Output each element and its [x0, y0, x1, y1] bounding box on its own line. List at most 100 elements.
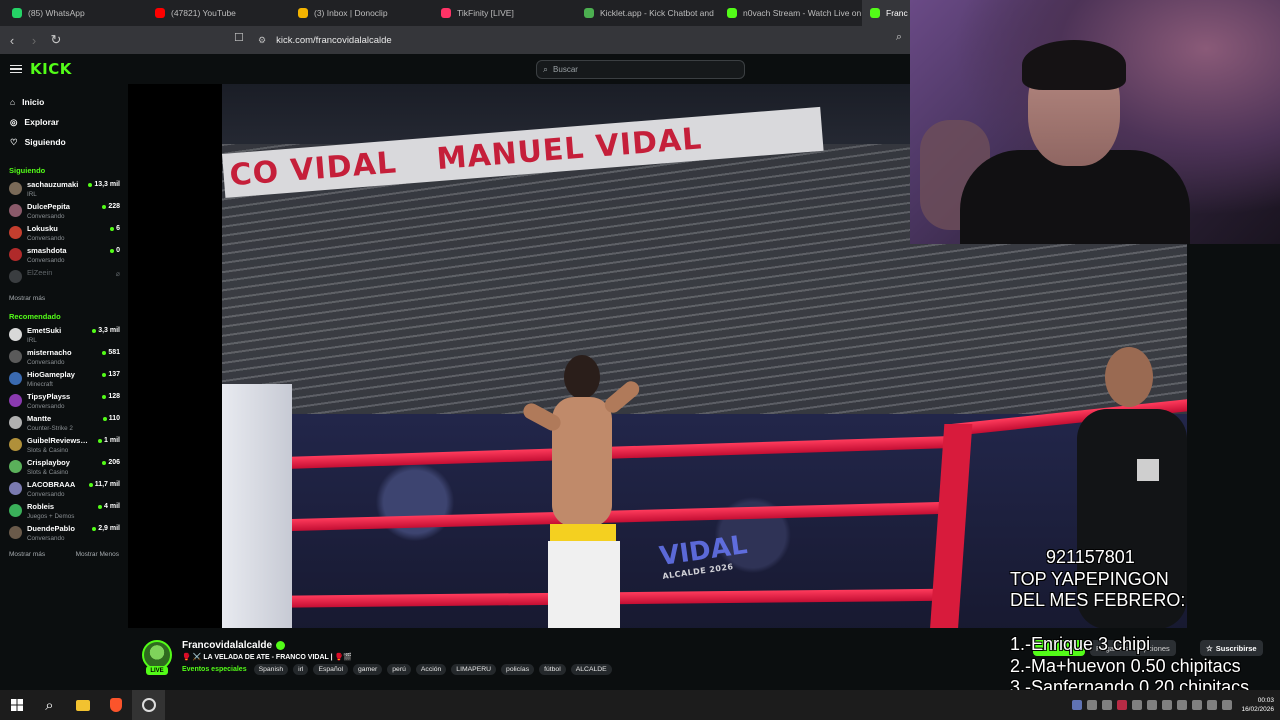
- sidebar-item-inicio[interactable]: ⌂ Inicio: [0, 92, 128, 112]
- tab-title: TikFinity [LIVE]: [457, 8, 514, 18]
- live-dot-icon: [102, 350, 107, 355]
- browser-tab[interactable]: Kicklet.app - Kick Chatbot and: [576, 0, 719, 26]
- browser-tab[interactable]: n0vach Stream - Watch Live on: [719, 0, 862, 26]
- channel-item[interactable]: misternacho Conversando 581: [0, 347, 128, 369]
- viewer-count: 581: [102, 347, 120, 358]
- channel-item[interactable]: sachauzumaki IRL 13,3 mil: [0, 179, 128, 201]
- viewer-count-text: 137: [108, 371, 120, 378]
- channel-name: LACOBRAAA: [27, 480, 76, 489]
- browser-tab[interactable]: (3) Inbox | Donoclip: [290, 0, 433, 26]
- channel-text: sachauzumaki IRL: [27, 179, 83, 200]
- overlay-rank-1: 1.-Enrique 3 chipi: [1010, 634, 1151, 654]
- reload-icon[interactable]: ↻: [46, 30, 66, 50]
- search-input[interactable]: ⌕ Buscar: [536, 60, 745, 79]
- overlay-top-title: TOP YAPEPINGON: [1010, 569, 1169, 589]
- stream-tag[interactable]: fútbol: [539, 664, 566, 675]
- kick-logo[interactable]: KICK: [30, 60, 72, 78]
- sidebar-item-label: Inicio: [22, 97, 45, 107]
- channel-name-text[interactable]: Francovidalalcalde: [182, 640, 272, 651]
- channel-item[interactable]: Lokusku Conversando 6: [0, 223, 128, 245]
- channel-item[interactable]: LACOBRAAA Conversando 11,7 mil: [0, 479, 128, 501]
- menu-icon[interactable]: [10, 64, 22, 74]
- bookmark-icon[interactable]: ☐: [234, 31, 244, 44]
- stream-tag[interactable]: irl: [293, 664, 309, 675]
- forward-icon[interactable]: ›: [24, 30, 44, 50]
- show-less-label[interactable]: Mostrar Menos: [76, 551, 119, 558]
- obs-icon[interactable]: [132, 690, 165, 720]
- channel-item[interactable]: DuendePablo Conversando 2,9 mil: [0, 523, 128, 545]
- channel-item[interactable]: Mantte Counter-Strike 2 110: [0, 413, 128, 435]
- show-more-label[interactable]: Mostrar más: [9, 551, 45, 558]
- channel-item[interactable]: HioGameplay Minecraft 137: [0, 369, 128, 391]
- channel-avatar: [9, 416, 22, 429]
- channel-name: DuendePablo: [27, 524, 75, 533]
- channel-name[interactable]: Francovidalalcalde: [182, 640, 286, 651]
- url-field[interactable]: ⚙ kick.com/francovidalalcalde: [258, 30, 908, 50]
- stream-tag[interactable]: Acción: [415, 664, 447, 675]
- show-more-label[interactable]: Mostrar más: [9, 295, 45, 302]
- tray-obs-icon[interactable]: [1102, 700, 1113, 710]
- channel-item[interactable]: Robleis Juegos + Demos 4 mil: [0, 501, 128, 523]
- stream-tag[interactable]: Spanish: [253, 664, 289, 675]
- tray-mic-icon[interactable]: [1087, 700, 1098, 710]
- channel-text: GuibelReviewsDir... Slots & Casino: [27, 435, 93, 456]
- url-text: kick.com/francovidalalcalde: [276, 34, 392, 46]
- channel-name: Lokusku: [27, 224, 58, 233]
- tray-app-icon[interactable]: [1117, 700, 1128, 710]
- channel-item[interactable]: ElZeein ⌀: [0, 267, 128, 289]
- taskbar-clock[interactable]: 00:03 16/02/2026: [1241, 696, 1274, 714]
- stream-tag[interactable]: ALCALDE: [570, 664, 612, 675]
- zoom-icon[interactable]: ⌕: [896, 31, 902, 44]
- tray-app-icon[interactable]: [1177, 700, 1188, 710]
- channel-avatar: [9, 504, 22, 517]
- sidebar-item-siguiendo[interactable]: ♡ Siguiendo: [0, 132, 128, 152]
- channel-avatar: [9, 226, 22, 239]
- brave-browser-icon[interactable]: [99, 690, 132, 720]
- viewer-count-text: 11,7 mil: [94, 481, 120, 488]
- tab-favicon-icon: [298, 8, 308, 18]
- back-icon[interactable]: ‹: [2, 30, 22, 50]
- channel-item[interactable]: GuibelReviewsDir... Slots & Casino 1 mil: [0, 435, 128, 457]
- sidebar-item-explorar[interactable]: ◎ Explorar: [0, 112, 128, 132]
- tray-network-icon[interactable]: [1132, 700, 1143, 710]
- stream-tag[interactable]: policías: [501, 664, 535, 675]
- channel-name: smashdota: [27, 246, 67, 255]
- browser-tab[interactable]: (85) WhatsApp: [4, 0, 147, 26]
- channel-item[interactable]: Crisplayboy Slots & Casino 206: [0, 457, 128, 479]
- channel-avatar: [9, 182, 22, 195]
- tray-discord-icon[interactable]: [1072, 700, 1083, 710]
- kick-header: KICK ⌕ Buscar: [0, 54, 910, 84]
- screen: (85) WhatsApp (47821) YouTube (3) Inbox | …: [0, 0, 1280, 720]
- live-dot-icon: [92, 526, 97, 531]
- channel-category: IRL: [27, 337, 37, 344]
- browser-tab[interactable]: (47821) YouTube: [147, 0, 290, 26]
- channel-avatar: [9, 482, 22, 495]
- search-icon[interactable]: ⌕: [33, 690, 66, 720]
- windows-start-icon[interactable]: [0, 690, 33, 720]
- browser-tab[interactable]: TikFinity [LIVE]: [433, 0, 576, 26]
- tray-steam-icon[interactable]: [1162, 700, 1173, 710]
- file-explorer-icon[interactable]: [66, 690, 99, 720]
- site-info-icon[interactable]: ⚙: [258, 35, 266, 46]
- channel-item[interactable]: EmetSuki IRL 3,3 mil: [0, 325, 128, 347]
- viewer-count: 1 mil: [98, 435, 120, 446]
- channel-avatar: [9, 270, 22, 283]
- live-dot-icon: [110, 226, 115, 231]
- channel-item[interactable]: TipsyPlayss Conversando 128: [0, 391, 128, 413]
- tray-wifi-icon[interactable]: [1192, 700, 1203, 710]
- channel-category: Conversando: [27, 213, 65, 220]
- stream-tag[interactable]: LIMAPERU: [451, 664, 497, 675]
- channel-item[interactable]: DulcePepita Conversando 228: [0, 201, 128, 223]
- tray-volume-icon[interactable]: [1207, 700, 1218, 710]
- category-link[interactable]: Eventos especiales: [182, 666, 247, 673]
- overlay-rank-2: 2.-Ma+huevon 0.50 chipitacs: [1010, 656, 1241, 676]
- channel-item[interactable]: smashdota Conversando 0: [0, 245, 128, 267]
- stream-tag[interactable]: gamer: [353, 664, 383, 675]
- subscribe-button[interactable]: ☆ Suscribirse: [1200, 640, 1263, 656]
- show-more-following[interactable]: Mostrar más: [0, 295, 128, 302]
- stream-tag[interactable]: perú: [387, 664, 411, 675]
- tab-favicon-icon: [12, 8, 22, 18]
- stream-tag[interactable]: Español: [313, 664, 349, 675]
- tray-app-icon[interactable]: [1147, 700, 1158, 710]
- tray-battery-icon[interactable]: [1222, 700, 1233, 710]
